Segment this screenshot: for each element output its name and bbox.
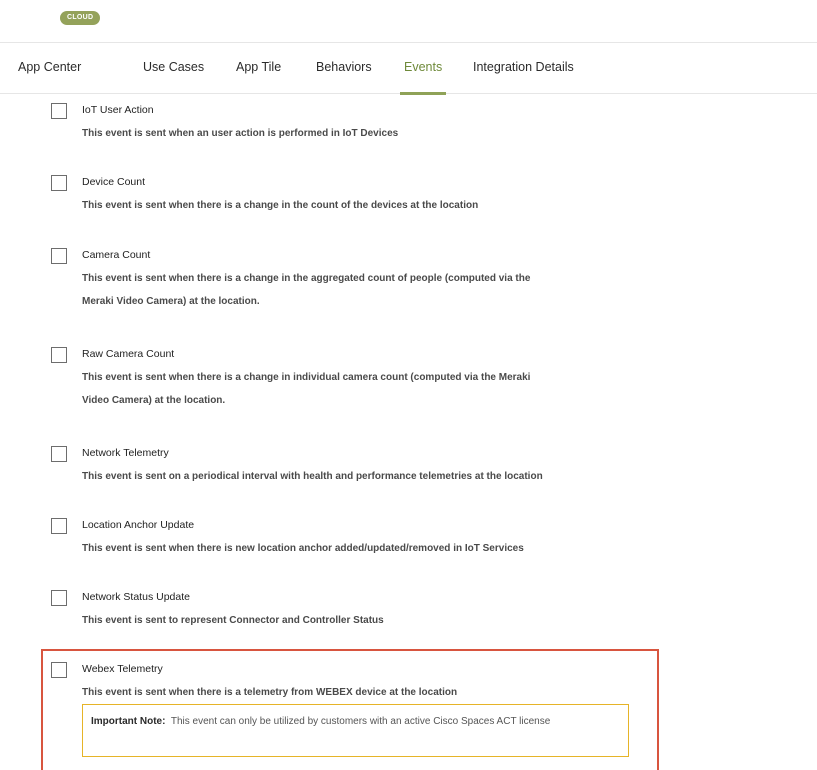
event-checkbox[interactable] [51, 347, 67, 363]
event-description-continued: Meraki Video Camera) at the location. [82, 296, 260, 307]
tab-events[interactable]: Events [399, 43, 447, 95]
event-checkbox[interactable] [51, 662, 67, 678]
event-description-continued: Video Camera) at the location. [82, 395, 226, 406]
event-checkbox[interactable] [51, 175, 67, 191]
tab-app-tile[interactable]: App Tile [236, 43, 281, 94]
event-title: Network Status Update [82, 591, 190, 603]
event-checkbox[interactable] [51, 590, 67, 606]
event-checkbox[interactable] [51, 103, 67, 119]
tab-bar: App Center Use Cases App Tile Behaviors … [0, 42, 817, 95]
event-description: This event is sent when there is a telem… [82, 687, 458, 698]
event-checkbox[interactable] [51, 248, 67, 264]
event-title: Raw Camera Count [82, 348, 175, 360]
event-checkbox[interactable] [51, 518, 67, 534]
event-title: Camera Count [82, 249, 151, 261]
tab-app-center[interactable]: App Center [18, 43, 81, 94]
event-checkbox[interactable] [51, 446, 67, 462]
cloud-badge: CLOUD [60, 11, 101, 25]
event-title: IoT User Action [82, 104, 154, 116]
tab-use-cases[interactable]: Use Cases [143, 43, 204, 94]
event-description: This event is sent when there is a chang… [82, 200, 479, 211]
event-description: This event is sent when there is a chang… [82, 273, 531, 284]
event-description: This event is sent when there is new loc… [82, 543, 524, 554]
event-description: This event is sent when there is a chang… [82, 372, 531, 383]
note-text: This event can only be utilized by custo… [170, 716, 551, 727]
event-description: This event is sent to represent Connecto… [82, 615, 384, 626]
event-description: This event is sent on a periodical inter… [82, 471, 543, 482]
event-title: Webex Telemetry [82, 663, 163, 675]
note-label: Important Note: [91, 716, 166, 727]
tab-integration-details[interactable]: Integration Details [473, 43, 574, 94]
event-title: Location Anchor Update [82, 519, 195, 531]
event-title: Network Telemetry [82, 447, 169, 459]
important-note: Important Note: This event can only be u… [82, 704, 629, 757]
event-title: Device Count [82, 176, 146, 188]
event-description: This event is sent when an user action i… [82, 128, 399, 139]
tab-behaviors[interactable]: Behaviors [316, 43, 372, 94]
